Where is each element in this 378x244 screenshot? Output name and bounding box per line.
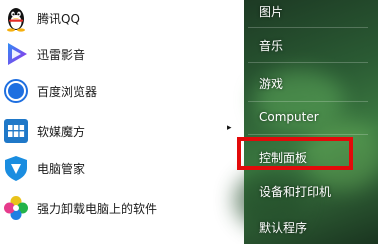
baidu-browser-icon [2, 77, 30, 105]
menu-item-pictures[interactable]: 图片 [259, 3, 283, 20]
program-item-baidu-browser[interactable]: 百度浏览器 [0, 73, 240, 109]
program-label: 迅雷影音 [37, 48, 86, 62]
menu-item-music[interactable]: 音乐 [259, 37, 283, 54]
menu-divider [248, 27, 368, 28]
ruanmei-cube-icon [2, 117, 30, 145]
menu-item-default-programs[interactable]: 默认程序 [259, 219, 307, 236]
submenu-arrow-icon[interactable]: ▸ [227, 123, 232, 133]
program-item-qq[interactable]: 腾讯QQ [0, 0, 240, 36]
program-label: 软媒魔方 [37, 125, 86, 139]
start-menu: 腾讯QQ 迅雷影音 百度浏览器 软媒魔方 ▸ 电脑管家 强力卸载电脑上的软件 图… [0, 0, 378, 244]
xunlei-play-icon [2, 40, 30, 68]
qq-penguin-icon [2, 4, 30, 32]
menu-item-games[interactable]: 游戏 [259, 75, 283, 92]
menu-divider [248, 134, 368, 135]
menu-divider [248, 101, 368, 102]
program-label: 电脑管家 [37, 162, 86, 176]
program-item-xunlei[interactable]: 迅雷影音 [0, 36, 240, 72]
program-item-pc-manager[interactable]: 电脑管家 [0, 150, 240, 186]
programs-panel: 腾讯QQ 迅雷影音 百度浏览器 软媒魔方 ▸ 电脑管家 强力卸载电脑上的软件 [0, 0, 244, 244]
menu-item-computer[interactable]: Computer [259, 110, 319, 124]
menu-divider [248, 62, 368, 63]
uninstall-flower-icon [2, 194, 30, 222]
program-label: 强力卸载电脑上的软件 [37, 202, 158, 216]
menu-item-devices-printers[interactable]: 设备和打印机 [259, 183, 331, 200]
pc-manager-shield-icon [2, 154, 30, 182]
highlight-box [237, 137, 353, 170]
program-item-uninstaller[interactable]: 强力卸载电脑上的软件 [0, 190, 240, 226]
program-item-ruanmei[interactable]: 软媒魔方 ▸ [0, 113, 240, 149]
program-label: 腾讯QQ [37, 12, 80, 26]
program-label: 百度浏览器 [37, 85, 98, 99]
